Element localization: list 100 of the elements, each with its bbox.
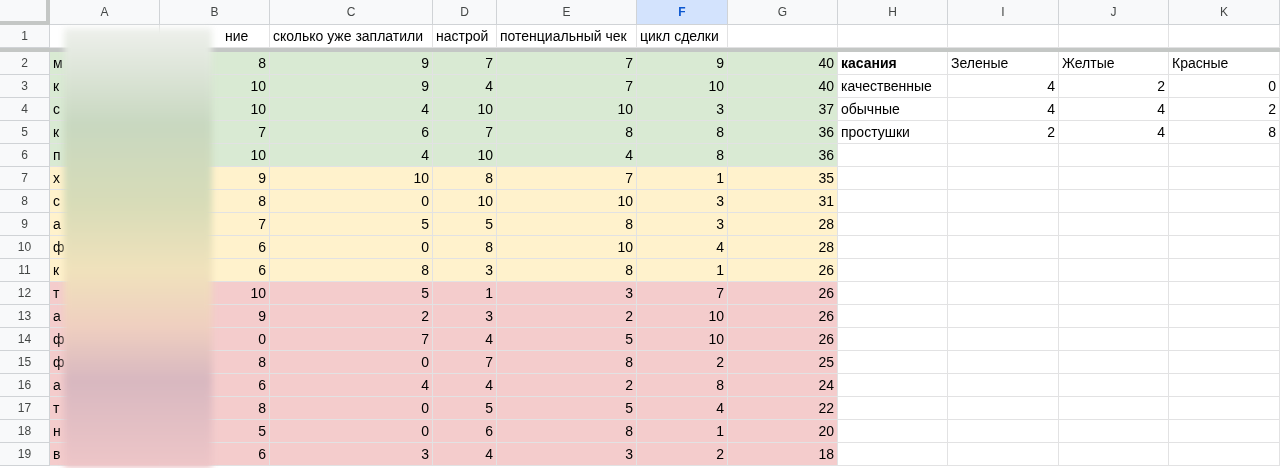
row-header[interactable]: 8 bbox=[0, 190, 50, 213]
table-cell-text: 10 bbox=[708, 306, 724, 326]
table-cell-text: 10 bbox=[250, 76, 266, 96]
table-cell-text: 36 bbox=[818, 122, 834, 142]
row-header[interactable]: 9 bbox=[0, 213, 50, 236]
row-header[interactable]: 13 bbox=[0, 305, 50, 328]
table-cell-text: 1 bbox=[716, 421, 724, 441]
table-cell-text: 8 bbox=[258, 398, 266, 418]
row-header[interactable]: 12 bbox=[0, 282, 50, 305]
row-header[interactable]: 7 bbox=[0, 167, 50, 190]
table-cell-text: 7 bbox=[716, 283, 724, 303]
column-title: сколько уже заплатили bbox=[273, 26, 424, 46]
row-header[interactable]: 6 bbox=[0, 144, 50, 167]
column-title: касания bbox=[841, 53, 897, 73]
column-header[interactable]: I bbox=[948, 0, 1059, 25]
table-cell-text: 3 bbox=[625, 444, 633, 464]
table-cell-text: к bbox=[53, 260, 60, 280]
table-cell-text: в bbox=[53, 444, 61, 464]
table-cell-text: 10 bbox=[708, 329, 724, 349]
table-cell-text: 10 bbox=[477, 191, 493, 211]
table-cell-text: 3 bbox=[625, 283, 633, 303]
table-cell-text: 20 bbox=[818, 421, 834, 441]
table-cell-text: 5 bbox=[625, 329, 633, 349]
table-cell-text: 8 bbox=[485, 168, 493, 188]
row-header[interactable]: 4 bbox=[0, 98, 50, 121]
row-header[interactable]: 2 bbox=[0, 52, 50, 75]
table-cell-text: 10 bbox=[617, 99, 633, 119]
column-header[interactable]: K bbox=[1169, 0, 1280, 25]
table-cell-text: 18 bbox=[818, 444, 834, 464]
table-cell-text: 8 bbox=[258, 53, 266, 73]
table-cell-text: 4 bbox=[1047, 76, 1055, 96]
table-cell-text: 10 bbox=[477, 99, 493, 119]
table-cell-text: 2 bbox=[1268, 99, 1276, 119]
column-title: настрой bbox=[436, 26, 489, 46]
table-cell-text: 7 bbox=[625, 168, 633, 188]
table-cell-text: 1 bbox=[716, 168, 724, 188]
table-cell-text: а bbox=[53, 214, 61, 234]
column-header[interactable]: D bbox=[433, 0, 497, 25]
column-header[interactable]: E bbox=[497, 0, 637, 25]
table-cell-text: 10 bbox=[708, 76, 724, 96]
table-cell-text: 8 bbox=[716, 375, 724, 395]
row-header[interactable]: 1 bbox=[0, 25, 50, 48]
table-cell-text: 3 bbox=[716, 191, 724, 211]
row-header[interactable]: 18 bbox=[0, 420, 50, 443]
table-cell-text: 4 bbox=[485, 329, 493, 349]
column-header[interactable]: F bbox=[637, 0, 728, 25]
row-header[interactable]: 16 bbox=[0, 374, 50, 397]
table-cell-text: 0 bbox=[421, 398, 429, 418]
table-cell-text: 0 bbox=[421, 237, 429, 257]
table-cell-text: 22 bbox=[818, 398, 834, 418]
row-header[interactable]: 15 bbox=[0, 351, 50, 374]
table-cell-text: 40 bbox=[818, 53, 834, 73]
table-cell-text: 4 bbox=[421, 375, 429, 395]
column-header[interactable]: C bbox=[270, 0, 433, 25]
table-cell-text: 0 bbox=[421, 421, 429, 441]
row-header[interactable]: 19 bbox=[0, 443, 50, 466]
table-cell-text: 26 bbox=[818, 306, 834, 326]
table-cell-text: 10 bbox=[250, 283, 266, 303]
table-cell-text: 7 bbox=[421, 329, 429, 349]
table-cell-text: 35 bbox=[818, 168, 834, 188]
table-cell-text: 2 bbox=[716, 352, 724, 372]
table-cell-text: 0 bbox=[421, 352, 429, 372]
table-cell-text: 6 bbox=[485, 421, 493, 441]
table-cell-text: 37 bbox=[818, 99, 834, 119]
row-header[interactable]: 3 bbox=[0, 75, 50, 98]
table-cell-text: 40 bbox=[818, 76, 834, 96]
table-cell-text: 6 bbox=[258, 237, 266, 257]
column-title: ние bbox=[224, 26, 249, 46]
table-cell-text: 0 bbox=[1268, 76, 1276, 96]
column-title: потенциальный чек bbox=[500, 26, 627, 46]
column-header[interactable]: H bbox=[838, 0, 948, 25]
table-cell-text: 2 bbox=[716, 444, 724, 464]
table-cell-text: простушки bbox=[841, 122, 910, 142]
column-header[interactable]: B bbox=[160, 0, 270, 25]
table-cell-text: 5 bbox=[485, 214, 493, 234]
row-header[interactable]: 5 bbox=[0, 121, 50, 144]
table-cell-text: 7 bbox=[625, 76, 633, 96]
column-header[interactable]: J bbox=[1059, 0, 1169, 25]
row-header[interactable]: 17 bbox=[0, 397, 50, 420]
row-header[interactable]: 11 bbox=[0, 259, 50, 282]
table-cell-text: 4 bbox=[485, 76, 493, 96]
table-cell-text: 3 bbox=[716, 214, 724, 234]
table-cell-text: 7 bbox=[485, 122, 493, 142]
column-title: Красные bbox=[1172, 53, 1229, 73]
table-cell-text: 28 bbox=[818, 237, 834, 257]
row-header[interactable]: 14 bbox=[0, 328, 50, 351]
table-cell-text: 4 bbox=[1157, 99, 1165, 119]
table-cell-text: обычные bbox=[841, 99, 900, 119]
table-cell-text: 4 bbox=[485, 444, 493, 464]
column-header[interactable]: A bbox=[50, 0, 160, 25]
table-cell-text: 2 bbox=[625, 306, 633, 326]
select-all-corner[interactable] bbox=[0, 0, 50, 25]
table-cell-text: 8 bbox=[485, 237, 493, 257]
row-header[interactable]: 10 bbox=[0, 236, 50, 259]
table-cell-text: 26 bbox=[818, 260, 834, 280]
table-cell-text: 4 bbox=[625, 145, 633, 165]
column-header[interactable]: G bbox=[728, 0, 838, 25]
table-cell-text: 4 bbox=[1047, 99, 1055, 119]
table-cell-text: 9 bbox=[258, 306, 266, 326]
table-cell-text: м bbox=[53, 53, 63, 73]
